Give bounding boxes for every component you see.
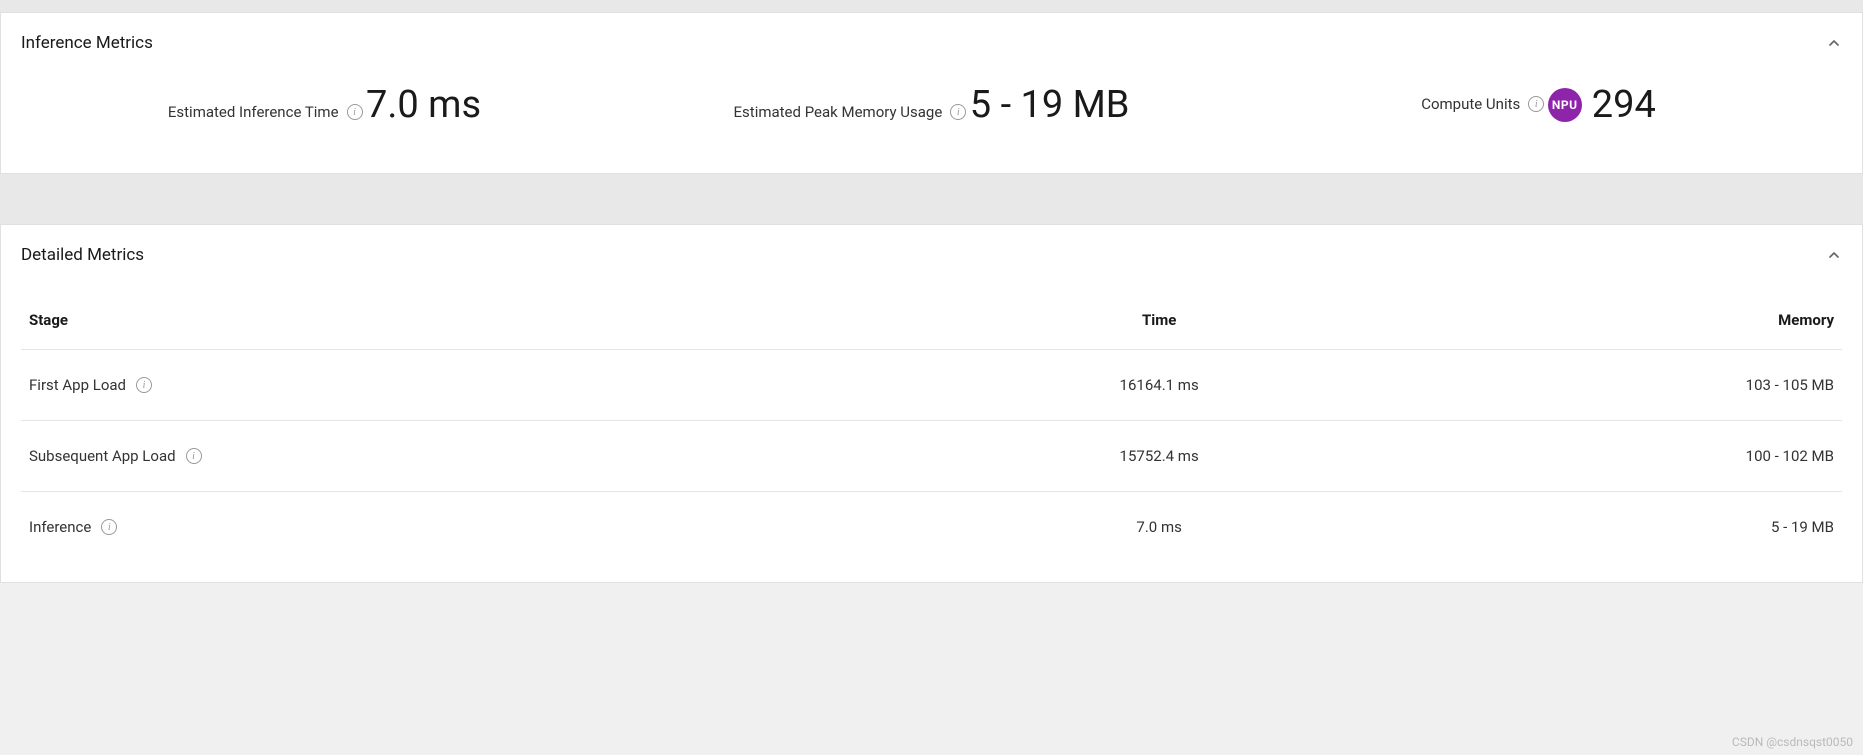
metric-value: NPU 294 [1548, 83, 1656, 127]
cell-memory: 5 - 19 MB [1387, 492, 1842, 563]
watermark: CSDN @csdnsqst0050 [1732, 735, 1853, 749]
table-header-row: Stage Time Memory [21, 295, 1842, 350]
table-wrapper: Stage Time Memory First App Load i 16164… [1, 275, 1862, 582]
info-icon[interactable]: i [1528, 96, 1544, 112]
collapse-toggle[interactable] [1826, 35, 1842, 51]
cell-memory: 100 - 102 MB [1387, 421, 1842, 492]
info-icon[interactable]: i [950, 104, 966, 120]
info-icon[interactable]: i [186, 448, 202, 464]
stage-text: Subsequent App Load [29, 447, 176, 465]
metric-label-text: Estimated Peak Memory Usage [734, 103, 943, 121]
col-header-time: Time [932, 295, 1387, 350]
cell-memory: 103 - 105 MB [1387, 350, 1842, 421]
cell-stage: Subsequent App Load i [21, 421, 932, 492]
stage-text: Inference [29, 518, 91, 536]
metric-label-text: Estimated Inference Time [168, 103, 339, 121]
chevron-up-icon [1826, 35, 1842, 51]
metric-inference-time: Estimated Inference Time i 7.0 ms [21, 83, 628, 133]
panel-header: Inference Metrics [1, 13, 1862, 63]
info-icon[interactable]: i [347, 104, 363, 120]
inference-metrics-panel: Inference Metrics Estimated Inference Ti… [0, 12, 1863, 174]
stage-text: First App Load [29, 376, 126, 394]
metric-value-text: 294 [1592, 83, 1656, 127]
info-icon[interactable]: i [136, 377, 152, 393]
cell-stage: First App Load i [21, 350, 932, 421]
metric-label: Estimated Inference Time i [168, 103, 363, 121]
metric-value: 7.0 ms [366, 83, 481, 127]
npu-badge: NPU [1548, 88, 1582, 122]
cell-time: 7.0 ms [932, 492, 1387, 563]
chevron-up-icon [1826, 247, 1842, 263]
cell-time: 16164.1 ms [932, 350, 1387, 421]
panel-header: Detailed Metrics [1, 225, 1862, 275]
metric-label: Compute Units i [1421, 95, 1544, 113]
info-icon[interactable]: i [101, 519, 117, 535]
collapse-toggle[interactable] [1826, 247, 1842, 263]
cell-stage: Inference i [21, 492, 932, 563]
col-header-stage: Stage [21, 295, 932, 350]
panel-title: Detailed Metrics [21, 245, 144, 265]
table-row: Subsequent App Load i 15752.4 ms 100 - 1… [21, 421, 1842, 492]
metric-value: 5 - 19 MB [970, 83, 1130, 127]
panel-title: Inference Metrics [21, 33, 153, 53]
table-row: Inference i 7.0 ms 5 - 19 MB [21, 492, 1842, 563]
cell-time: 15752.4 ms [932, 421, 1387, 492]
metric-compute-units: Compute Units i NPU 294 [1235, 83, 1842, 133]
metric-peak-memory: Estimated Peak Memory Usage i 5 - 19 MB [628, 83, 1235, 133]
detailed-metrics-panel: Detailed Metrics Stage Time Memory First… [0, 224, 1863, 583]
metric-label-text: Compute Units [1421, 95, 1520, 113]
metrics-row: Estimated Inference Time i 7.0 ms Estima… [1, 63, 1862, 173]
col-header-memory: Memory [1387, 295, 1842, 350]
detailed-metrics-table: Stage Time Memory First App Load i 16164… [21, 295, 1842, 562]
table-row: First App Load i 16164.1 ms 103 - 105 MB [21, 350, 1842, 421]
metric-label: Estimated Peak Memory Usage i [734, 103, 967, 121]
